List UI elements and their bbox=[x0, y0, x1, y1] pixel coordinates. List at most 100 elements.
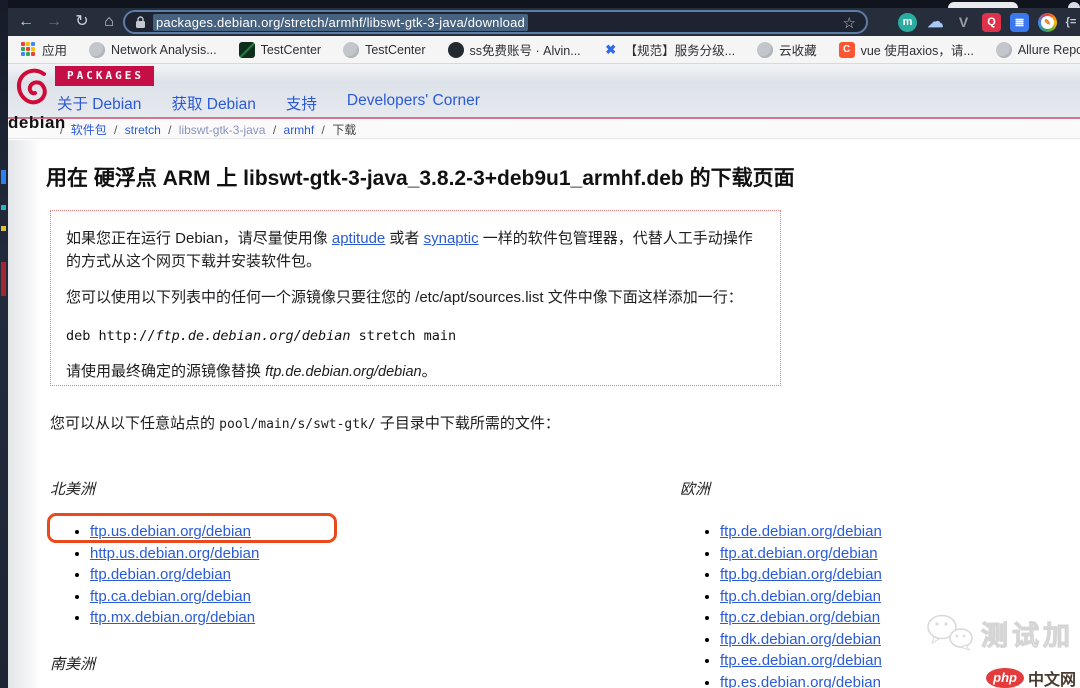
region-heading-south-america: 南美洲 bbox=[50, 653, 470, 674]
breadcrumb-current: 下载 bbox=[332, 123, 356, 137]
reload-icon[interactable]: ↻ bbox=[70, 8, 94, 36]
bookmark-item[interactable]: TestCenter bbox=[239, 42, 321, 58]
mirror-link[interactable]: http.us.debian.org/debian bbox=[90, 545, 259, 562]
sliver-speck bbox=[1, 262, 6, 296]
code-text: stretch main bbox=[350, 328, 456, 344]
extensions-row: m ☁ V Q ≣ ✎ {= bbox=[898, 8, 1080, 36]
mirror-list: ftp.de.debian.org/debian ftp.at.debian.o… bbox=[680, 521, 1080, 688]
extension-pen-icon[interactable]: ✎ bbox=[1038, 13, 1057, 32]
debian-wordmark: debian bbox=[8, 113, 60, 133]
notice-text: 。 bbox=[422, 363, 437, 380]
intro-text: 子目录中下载所需的文件： bbox=[376, 415, 560, 432]
partial-tab[interactable] bbox=[948, 2, 1018, 8]
breadcrumb-armhf[interactable]: armhf bbox=[284, 123, 315, 137]
mirrors-intro: 您可以从以下任意站点的 pool/main/s/swt-gtk/ 子目录中下载所… bbox=[50, 412, 560, 433]
bookmark-star-icon[interactable]: ☆ bbox=[843, 13, 856, 35]
list-item: ftp.mx.debian.org/debian bbox=[90, 607, 470, 629]
nav-developers-corner[interactable]: Developers' Corner bbox=[347, 92, 480, 114]
site-nav: 关于 Debian 获取 Debian 支持 Developers' Corne… bbox=[57, 92, 480, 114]
watermark: 测试加 bbox=[925, 612, 1074, 654]
mirror-link[interactable]: ftp.ca.debian.org/debian bbox=[90, 588, 251, 605]
bookmark-item[interactable]: Allure Report bbox=[996, 42, 1080, 58]
breadcrumb-stretch[interactable]: stretch bbox=[125, 123, 161, 137]
back-icon[interactable]: ← bbox=[14, 8, 38, 36]
nav-about-debian[interactable]: 关于 Debian bbox=[57, 92, 141, 114]
bookmark-item[interactable]: ✖ 【规范】服务分级... bbox=[603, 40, 735, 59]
mirror-link[interactable]: ftp.es.debian.org/debian bbox=[720, 674, 881, 688]
partial-tab[interactable] bbox=[1068, 2, 1080, 8]
highlight-annotation-rect bbox=[47, 513, 337, 543]
region-heading: 欧洲 bbox=[680, 478, 1080, 499]
debian-logo[interactable]: debian bbox=[8, 66, 60, 133]
globe-icon bbox=[89, 42, 105, 58]
mirror-link[interactable]: ftp.ee.debian.org/debian bbox=[720, 652, 882, 669]
mirror-link[interactable]: ftp.bg.debian.org/debian bbox=[720, 566, 882, 583]
watermark-text: 测试加 bbox=[981, 614, 1074, 653]
debian-swirl-icon bbox=[14, 66, 54, 110]
mirror-link[interactable]: ftp.de.debian.org/debian bbox=[720, 523, 882, 540]
home-icon[interactable]: ⌂ bbox=[97, 8, 121, 36]
list-item: ftp.bg.debian.org/debian bbox=[720, 564, 1080, 586]
intro-text: 您可以从以下任意站点的 bbox=[50, 415, 219, 432]
bookmark-label: ss免费账号 · Alvin... bbox=[470, 40, 581, 59]
wechat-icon bbox=[925, 612, 975, 654]
breadcrumb-packages[interactable]: 软件包 bbox=[71, 123, 107, 137]
browser-toolbar: ← → ↻ ⌂ packages.debian.org/stretch/armh… bbox=[0, 8, 1080, 36]
notice-paragraph-1: 如果您正在运行 Debian，请尽量使用像 aptitude 或者 synapt… bbox=[66, 228, 765, 273]
aptitude-link[interactable]: aptitude bbox=[332, 230, 385, 247]
bookmark-label: 应用 bbox=[42, 40, 67, 59]
tab-strip bbox=[0, 0, 1080, 8]
pen-icon: ✎ bbox=[1041, 16, 1054, 29]
bookmark-item[interactable]: TestCenter bbox=[343, 42, 425, 58]
mirror-link[interactable]: ftp.ch.debian.org/debian bbox=[720, 588, 881, 605]
breadcrumb-sep: / bbox=[164, 123, 175, 137]
mirror-link[interactable]: ftp.at.debian.org/debian bbox=[720, 545, 878, 562]
extension-q-icon[interactable]: Q bbox=[982, 13, 1001, 32]
region-europe: 欧洲 ftp.de.debian.org/debian ftp.at.debia… bbox=[680, 478, 1080, 688]
list-item: ftp.de.debian.org/debian bbox=[720, 521, 1080, 543]
mirror-link[interactable]: ftp.debian.org/debian bbox=[90, 566, 231, 583]
extension-layers-icon[interactable]: ≣ bbox=[1010, 13, 1029, 32]
address-bar[interactable]: packages.debian.org/stretch/armhf/libswt… bbox=[123, 10, 868, 34]
background-window-sliver bbox=[0, 0, 8, 688]
bookmark-label: Network Analysis... bbox=[111, 43, 217, 57]
synaptic-link[interactable]: synaptic bbox=[424, 230, 479, 247]
mirror-link[interactable]: ftp.mx.debian.org/debian bbox=[90, 609, 255, 626]
bookmark-label: 云收藏 bbox=[779, 40, 817, 59]
list-item: ftp.ca.debian.org/debian bbox=[90, 586, 470, 608]
extension-v-icon[interactable]: V bbox=[954, 13, 973, 32]
bookmark-label: vue 使用axios，请... bbox=[861, 40, 974, 59]
sliver-speck bbox=[1, 205, 6, 210]
blue-x-icon: ✖ bbox=[603, 42, 619, 58]
packages-badge: PACKAGES bbox=[55, 66, 154, 86]
bookmark-item[interactable]: ss免费账号 · Alvin... bbox=[448, 40, 581, 59]
php-badge: php bbox=[986, 668, 1024, 688]
page-content: 用在 硬浮点 ARM 上 libswt-gtk-3-java_3.8.2-3+d… bbox=[8, 140, 1080, 688]
notice-paragraph-3: 请使用最终确定的源镜像替换 ftp.de.debian.org/debian。 bbox=[66, 361, 765, 384]
csdn-icon: C bbox=[839, 42, 855, 58]
header-rule bbox=[8, 117, 1080, 119]
nav-get-debian[interactable]: 获取 Debian bbox=[171, 92, 255, 114]
region-north-america: 北美洲 ftp.us.debian.org/debian http.us.deb… bbox=[50, 478, 470, 674]
breadcrumb-sep: / bbox=[318, 123, 329, 137]
bookmark-item[interactable]: 云收藏 bbox=[757, 40, 817, 59]
bookmark-apps[interactable]: 应用 bbox=[20, 40, 67, 59]
lock-icon bbox=[135, 16, 146, 29]
php-cn-logo: php 中文网 bbox=[986, 666, 1076, 688]
nav-support[interactable]: 支持 bbox=[286, 92, 317, 114]
extension-clipped-icon[interactable]: {= bbox=[1066, 13, 1076, 32]
bookmark-label: TestCenter bbox=[261, 43, 321, 57]
breadcrumb-sep: / bbox=[269, 123, 280, 137]
mirror-link[interactable]: ftp.dk.debian.org/debian bbox=[720, 631, 881, 648]
forward-icon[interactable]: → bbox=[42, 8, 66, 36]
mirror-link[interactable]: ftp.cz.debian.org/debian bbox=[720, 609, 880, 626]
url-text[interactable]: packages.debian.org/stretch/armhf/libswt… bbox=[153, 14, 528, 31]
code-mirror-domain: ftp.de.debian.org/debian bbox=[155, 328, 350, 344]
bookmark-item[interactable]: C vue 使用axios，请... bbox=[839, 40, 974, 59]
extension-m-icon[interactable]: m bbox=[898, 13, 917, 32]
breadcrumb-package-name[interactable]: libswt-gtk-3-java bbox=[179, 123, 266, 137]
extension-cloud-icon[interactable]: ☁ bbox=[926, 13, 945, 32]
left-shade bbox=[8, 140, 42, 688]
bookmark-item[interactable]: Network Analysis... bbox=[89, 42, 217, 58]
list-item: ftp.ch.debian.org/debian bbox=[720, 586, 1080, 608]
